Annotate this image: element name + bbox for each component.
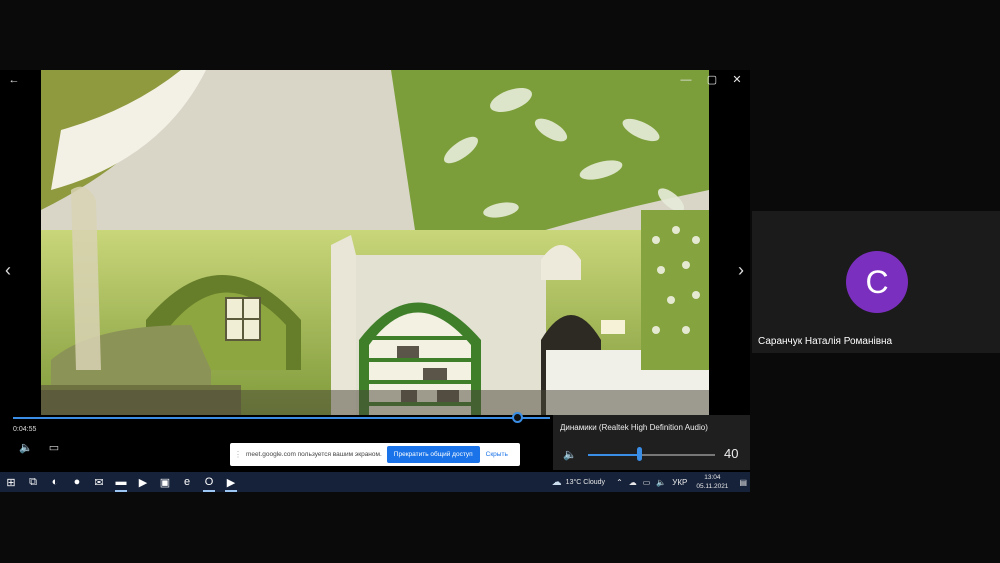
clock-date: 05.11.2021 [696, 483, 729, 490]
elapsed-time: 0:04:55 [13, 426, 37, 433]
firefox-icon[interactable]: ● [66, 472, 88, 492]
movies-tv-icon[interactable]: ▶ [220, 472, 242, 492]
speaker-icon[interactable]: 🔈 [563, 448, 577, 461]
opera-icon[interactable]: O [198, 472, 220, 492]
volume-level: 40 [724, 446, 739, 461]
minimize-button[interactable]: — [675, 72, 697, 88]
media-player-icon[interactable]: ▶ [132, 472, 154, 492]
maximize-button[interactable]: ▢ [701, 72, 723, 88]
weather-text: Cloudy [583, 478, 606, 486]
avatar: C [846, 251, 908, 313]
next-arrow-icon[interactable]: › [733, 260, 749, 281]
volume-icon[interactable]: 🔈 [18, 441, 34, 454]
drag-handle-icon[interactable]: ⋮ [234, 450, 242, 459]
store-icon[interactable]: ▣ [154, 472, 176, 492]
meet-window: ← — ▢ ✕ ‹ › 0:04:55 🔈 ▭ ⋮ meet.google.co… [0, 0, 1000, 563]
participant-name: Саранчук Наталія Романівна [758, 336, 893, 347]
cloud-icon: ☁ [551, 476, 562, 488]
volume-flyout: Динамики (Realtek High Definition Audio)… [553, 415, 750, 470]
share-message: meet.google.com пользуется вашим экраном… [246, 451, 382, 458]
taskbar-apps: ⊞ ⧉ ◐ ● ✉ ▬ ▶ ▣ e O ▶ [0, 472, 242, 492]
volume-slider-thumb[interactable] [636, 447, 642, 461]
task-view-icon[interactable]: ⧉ [22, 472, 44, 492]
previous-arrow-icon[interactable]: ‹ [0, 260, 16, 281]
system-tray: ☁ 13°C Cloudy ⌃ ☁ ▭ 🔈 УКР 13:04 05.11.20… [552, 472, 750, 492]
hide-button[interactable]: Скрыть [486, 451, 508, 458]
taskbar: ⊞ ⧉ ◐ ● ✉ ▬ ▶ ▣ e O ▶ ☁ 13°C Cloudy ⌃ ☁ ▭ 🔈 УКР 13… [0, 472, 750, 492]
file-explorer-icon[interactable]: ▬ [110, 472, 132, 492]
clock[interactable]: 13:04 05.11.2021 [696, 473, 728, 491]
weather-temp: 13°C [565, 478, 582, 486]
speaker-tray-icon[interactable]: 🔈 [656, 478, 666, 487]
clock-time: 13:04 [704, 474, 721, 481]
back-arrow-icon[interactable]: ← [3, 72, 25, 88]
volume-slider-fill [588, 454, 639, 456]
internet-explorer-icon[interactable]: e [176, 472, 198, 492]
edge-icon[interactable]: ◐ [44, 472, 66, 492]
cloud-sync-icon[interactable]: ☁ [629, 478, 637, 487]
participant-tile[interactable]: C Саранчук Наталія Романівна [752, 211, 1000, 353]
close-button[interactable]: ✕ [726, 72, 748, 88]
mail-icon[interactable]: ✉ [88, 472, 110, 492]
screen-share-banner: ⋮ meet.google.com пользуется вашим экран… [230, 443, 520, 466]
network-icon[interactable]: ▭ [643, 478, 651, 487]
video-scene [41, 70, 709, 415]
volume-slider[interactable] [588, 454, 715, 456]
subtitles-icon[interactable]: ▭ [46, 441, 62, 454]
audio-device-name[interactable]: Динамики (Realtek High Definition Audio) [560, 423, 708, 432]
notifications-icon[interactable]: ▤ [739, 478, 747, 487]
language-indicator[interactable]: УКР [672, 478, 687, 487]
shared-screen: ← — ▢ ✕ ‹ › 0:04:55 🔈 ▭ ⋮ meet.google.co… [0, 70, 750, 492]
weather-widget[interactable]: ☁ 13°C Cloudy [552, 477, 605, 488]
stop-sharing-button[interactable]: Прекратить общий доступ [386, 446, 480, 463]
seek-bar[interactable] [13, 417, 550, 419]
chevron-up-icon[interactable]: ⌃ [616, 478, 623, 487]
video-frame[interactable] [41, 70, 709, 415]
windows-start-icon[interactable]: ⊞ [0, 472, 22, 492]
seek-thumb[interactable] [512, 412, 523, 423]
